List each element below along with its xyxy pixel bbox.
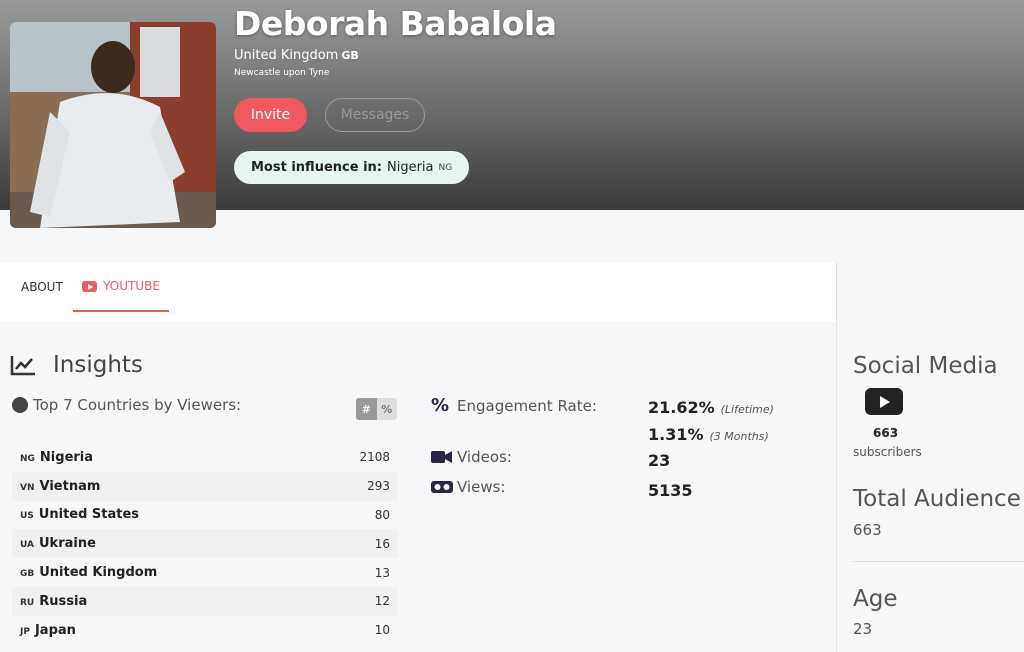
tab-about[interactable]: ABOUT <box>21 262 63 312</box>
subscribers-label: subscribers <box>853 445 922 459</box>
influence-country: Nigeria <box>386 160 434 175</box>
country-row: UA Ukraine 16 <box>12 529 398 559</box>
countries-title: Top 7 Countries by Viewers: <box>12 396 241 414</box>
videos-value: 23 <box>648 451 671 470</box>
country-code: NG <box>20 453 35 464</box>
engagement-3m-note: (3 Months) <box>709 430 769 443</box>
videos-label-text: Videos: <box>457 448 512 466</box>
sidebar-divider <box>853 561 1024 562</box>
engagement-label-text: Engagement Rate: <box>457 396 597 415</box>
engagement-lifetime: 21.62% (Lifetime) <box>648 398 774 417</box>
country-code: US <box>20 511 34 522</box>
toggle-percent[interactable]: % <box>377 398 398 420</box>
vr-glasses-icon <box>431 480 453 494</box>
country-row: GB United Kingdom 13 <box>12 558 398 587</box>
social-media-title: Social Media <box>853 353 998 379</box>
country-value: 12 <box>374 594 390 609</box>
profile-city: Newcastle upon Tyne <box>234 68 330 78</box>
age-value: 23 <box>853 620 873 638</box>
youtube-icon <box>82 280 98 292</box>
total-audience-value: 663 <box>853 521 882 539</box>
percent-icon: % <box>431 395 450 416</box>
country-name: United Kingdom <box>234 48 339 63</box>
total-audience-title: Total Audience <box>853 486 1021 512</box>
country-code: UA <box>20 540 34 551</box>
count-percent-toggle[interactable]: # % <box>356 398 397 420</box>
country-name: United Kingdom <box>39 565 158 581</box>
tab-youtube-label: YOUTUBE <box>103 279 160 293</box>
engagement-label: % Engagement Rate: <box>431 395 597 416</box>
country-name: Nigeria <box>39 449 94 465</box>
engagement-3months: 1.31% (3 Months) <box>648 425 769 444</box>
trend-chart-icon <box>10 356 35 376</box>
country-value: 2108 <box>359 450 390 465</box>
views-value: 5135 <box>648 481 693 500</box>
country-code: JP <box>20 626 30 637</box>
country-name: United States <box>38 507 140 523</box>
country-value: 80 <box>374 507 390 522</box>
engagement-lifetime-note: (Lifetime) <box>720 403 774 416</box>
tab-bar: ABOUT YOUTUBE <box>0 262 836 322</box>
country-code: VN <box>20 482 35 493</box>
country-value: 10 <box>374 623 390 638</box>
country-code: GB <box>20 569 35 580</box>
country-name: Japan <box>34 622 76 638</box>
profile-country: United Kingdom GB <box>234 48 359 63</box>
video-camera-icon <box>431 450 453 464</box>
age-title: Age <box>853 586 898 612</box>
messages-button[interactable]: Messages <box>325 98 425 132</box>
profile-name: Deborah Babalola <box>234 4 557 43</box>
influence-label: Most influence in: <box>251 160 382 175</box>
country-value: 16 <box>374 536 390 551</box>
engagement-3m-value: 1.31% <box>648 425 704 444</box>
country-value: 293 <box>367 479 390 494</box>
country-code: GB <box>341 49 359 62</box>
influence-badge: Most influence in: Nigeria NG <box>234 151 470 184</box>
videos-label: Videos: <box>431 448 512 466</box>
globe-icon <box>12 397 28 413</box>
countries-title-label: Top 7 Countries by Viewers: <box>33 396 242 414</box>
insights-title: Insights <box>10 352 143 378</box>
profile-photo <box>10 22 216 228</box>
influence-code: NG <box>438 162 453 173</box>
country-row: VN Vietnam 293 <box>12 471 398 501</box>
subscribers-count: 663 <box>873 426 899 440</box>
country-name: Vietnam <box>39 478 101 494</box>
country-code: RU <box>20 597 35 608</box>
toggle-count[interactable]: # <box>356 398 377 420</box>
country-list: NG Nigeria 2108 VN Vietnam 293 US United Stat… <box>12 443 398 645</box>
invite-button[interactable]: Invite <box>234 98 307 132</box>
country-row: RU Russia 12 <box>12 586 398 616</box>
youtube-icon[interactable] <box>865 388 903 415</box>
views-label: Views: <box>431 478 505 496</box>
country-name: Russia <box>39 593 88 609</box>
views-label-text: Views: <box>457 478 506 496</box>
country-row: JP Japan 10 <box>12 616 398 645</box>
country-row: US United States 80 <box>12 501 398 530</box>
tab-youtube[interactable]: YOUTUBE <box>73 262 169 312</box>
country-row: NG Nigeria 2108 <box>12 443 398 472</box>
engagement-lifetime-value: 21.62% <box>648 398 715 417</box>
country-value: 13 <box>374 565 390 580</box>
insights-label: Insights <box>53 352 143 378</box>
country-name: Ukraine <box>39 536 96 552</box>
